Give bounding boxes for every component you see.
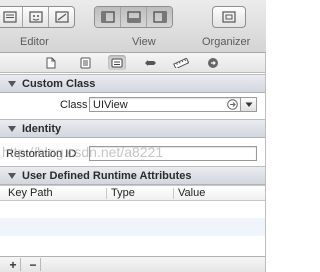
custom-class-header-label: Custom Class	[22, 77, 96, 90]
tab-attributes-inspector[interactable]	[141, 55, 159, 70]
organizer-control	[212, 6, 246, 28]
disclosure-triangle-icon	[8, 80, 16, 87]
file-icon	[46, 57, 56, 68]
table-row	[0, 200, 266, 218]
go-arrow-icon[interactable]	[227, 99, 238, 110]
organizer-label: Organizer	[202, 36, 251, 48]
class-combo-field[interactable]: UIView	[89, 97, 241, 112]
custom-class-section-header[interactable]: Custom Class	[0, 74, 266, 93]
column-header-value[interactable]: Value	[178, 187, 205, 199]
attributes-icon	[145, 59, 156, 66]
identity-icon	[111, 58, 123, 67]
add-attribute-button[interactable]: +	[6, 258, 21, 272]
class-value: UIView	[93, 99, 128, 111]
standard-editor-icon	[2, 11, 17, 23]
connections-icon	[208, 57, 218, 68]
identity-header-label: Identity	[22, 122, 62, 135]
xcode-inspector-window: Editor View Organizer Custom Class Class…	[0, 0, 266, 272]
organizer-icon	[222, 11, 236, 23]
tab-file-inspector[interactable]	[42, 55, 60, 70]
runtime-attributes-table-header: Key Path Type Value	[0, 185, 266, 201]
identity-section-header[interactable]: Identity	[0, 119, 266, 138]
tab-identity-inspector[interactable]	[108, 55, 126, 70]
panel-border	[265, 53, 266, 272]
organizer-button[interactable]	[213, 7, 245, 27]
column-header-type[interactable]: Type	[111, 187, 135, 199]
toolbar: Editor View Organizer	[0, 0, 266, 53]
inspector-tab-bar	[0, 53, 266, 73]
class-dropdown-button[interactable]	[241, 97, 257, 112]
runtime-attributes-table-body[interactable]	[0, 200, 266, 254]
assistant-editor-icon	[28, 11, 43, 23]
table-bottom-bar: + −	[0, 256, 266, 272]
version-editor-icon	[54, 11, 69, 23]
column-separator	[106, 188, 107, 199]
navigator-toggle-button[interactable]	[95, 7, 121, 27]
tab-size-inspector[interactable]	[172, 55, 190, 70]
tab-connections-inspector[interactable]	[204, 55, 222, 70]
left-panel-icon	[100, 11, 115, 23]
assistant-editor-button[interactable]	[23, 7, 49, 27]
ruler-icon	[173, 57, 189, 68]
chevron-down-icon	[245, 102, 252, 107]
bottom-panel-icon	[126, 11, 141, 23]
runtime-attributes-header-label: User Defined Runtime Attributes	[22, 169, 192, 182]
disclosure-triangle-icon	[8, 172, 16, 179]
restoration-id-label: Restoration ID	[6, 148, 77, 160]
utilities-toggle-button[interactable]	[147, 7, 172, 27]
remove-attribute-button[interactable]: −	[26, 258, 41, 272]
view-label: View	[132, 36, 156, 48]
column-separator	[173, 188, 174, 199]
column-header-key-path[interactable]: Key Path	[8, 187, 53, 199]
right-panel-icon	[152, 11, 167, 23]
table-row	[0, 218, 266, 236]
view-segmented-control	[94, 6, 173, 28]
disclosure-triangle-icon	[8, 125, 16, 132]
table-row	[0, 236, 266, 254]
debug-area-toggle-button[interactable]	[121, 7, 147, 27]
runtime-attributes-section-header[interactable]: User Defined Runtime Attributes	[0, 166, 266, 185]
quick-help-icon	[80, 57, 90, 68]
tab-quick-help[interactable]	[76, 55, 94, 70]
editor-segmented-control	[0, 6, 75, 28]
standard-editor-button[interactable]	[0, 7, 23, 27]
restoration-id-field[interactable]	[89, 146, 257, 161]
class-label: Class	[60, 99, 88, 111]
editor-label: Editor	[20, 36, 49, 48]
version-editor-button[interactable]	[49, 7, 74, 27]
